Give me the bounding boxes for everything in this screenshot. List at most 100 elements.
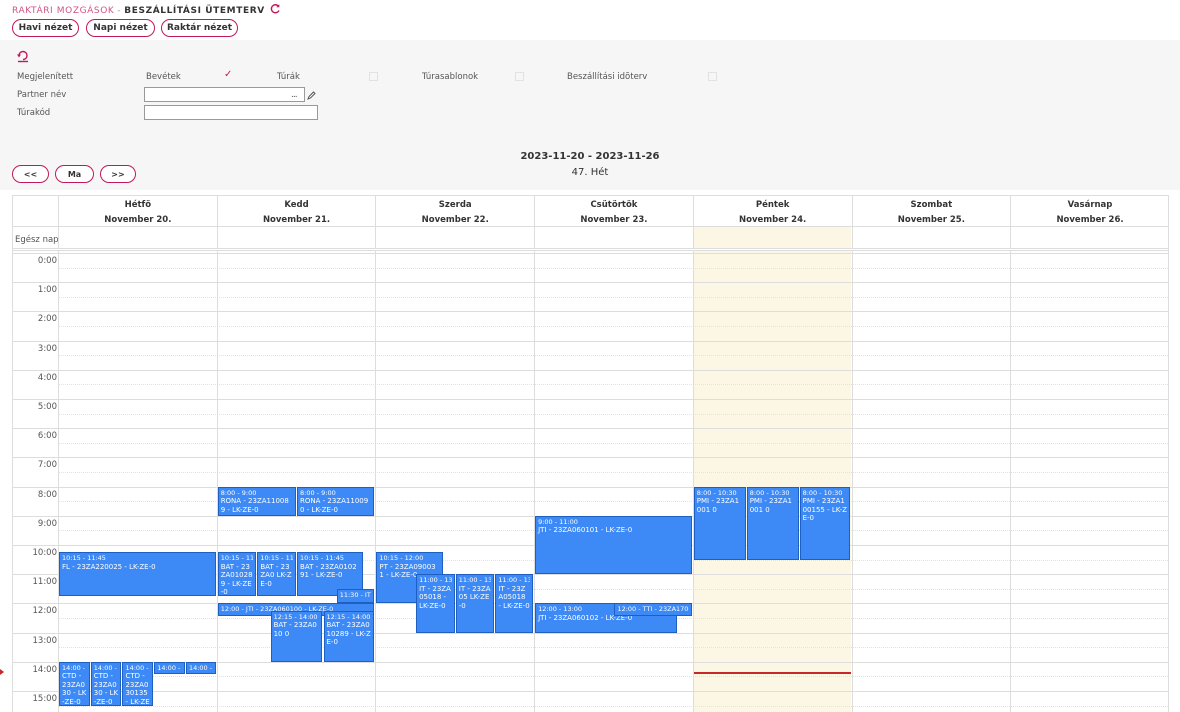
all-day-cell[interactable]	[1010, 227, 1168, 248]
checkmark-icon[interactable]: ✓	[224, 69, 232, 80]
day-header: Péntek November 24.	[692, 196, 852, 227]
day-header: Vasárnap November 26.	[1010, 196, 1168, 227]
event-time: 14:00 - 15:	[62, 663, 87, 672]
calendar-event[interactable]: 8:00 - 10:30 PMI - 23ZA100155 - LK-ZE-0	[799, 486, 851, 560]
calendar-event[interactable]: 8:00 - 10:30 PMI - 23ZA1001 0	[693, 486, 746, 560]
all-day-cell[interactable]	[692, 227, 852, 248]
day-divider	[216, 251, 218, 712]
event-title: JTI - 23ZA060101 - LK-ZE-0	[538, 526, 633, 535]
event-title: PMI - 23ZA1001 0	[749, 497, 792, 514]
hour-label: 7:00	[37, 460, 57, 471]
delivery-plan-checkbox[interactable]	[708, 72, 717, 81]
calendar-event[interactable]: 12:15 - 14:00 BAT - 23ZA010289 - LK-ZE-0	[323, 610, 375, 662]
monthly-view-button[interactable]: Havi nézet	[12, 19, 79, 37]
all-day-cell[interactable]	[534, 227, 693, 248]
edit-icon[interactable]	[307, 91, 316, 100]
partner-browse-button[interactable]: ...	[291, 90, 298, 100]
time-grid: 0:00 1:00 2:00 3:00 4:00 5:00 6:00 7:00 8:00 9:00…	[13, 251, 1168, 712]
warehouse-view-button[interactable]: Raktár nézet	[161, 19, 238, 37]
calendar-event[interactable]: 8:00 - 9:00 RONA - 23ZA110089 - LK-ZE-0	[217, 486, 297, 516]
day-divider	[851, 251, 853, 712]
event-time: 10:15 - 12:00	[379, 554, 424, 563]
half-hour-line	[58, 676, 1168, 678]
event-time: 8:00 - 10:30	[749, 488, 790, 497]
calendar-event[interactable]: 10:15 - 11:45BAT - 23ZA010289 - LK-ZE-0	[217, 552, 257, 597]
partner-name-input[interactable]	[144, 87, 305, 102]
event-title: RONA - 23ZA110089 - LK-ZE-0	[220, 497, 289, 514]
day-divider	[692, 251, 694, 712]
hour-line	[13, 632, 1168, 634]
hour-label: 6:00	[37, 431, 57, 442]
next-week-button[interactable]: >>	[100, 165, 136, 183]
calendar-event[interactable]: 14:00 - 15:CTD - 23ZA030 - LK-ZE-0	[59, 661, 90, 706]
calendar-event[interactable]: 8:00 - 10:30 PMI - 23ZA1001 0	[746, 486, 799, 560]
hour-line	[13, 253, 1168, 254]
hour-label: 15:00	[32, 694, 58, 704]
hour-line	[13, 282, 1168, 284]
calendar-event[interactable]: 12:15 - 14:00 BAT - 23ZA010 0	[270, 610, 323, 662]
event-time: 12:00 - TTI - 23ZA170077 - LK-ZE-0	[617, 605, 689, 614]
event-time: 10:15 - 11:45	[62, 554, 106, 563]
calendar-event[interactable]: 8:00 - 9:00 RONA - 23ZA110090 - LK-ZE-0	[297, 486, 375, 516]
calendar-event[interactable]: 11:00 - 13:00IT - 23ZA05 LK-ZE-0	[455, 574, 495, 633]
event-time: 10:15 - 11:45	[300, 554, 344, 563]
event-title: CTD - 23ZA030 - LK-ZE-0	[62, 672, 87, 706]
day-header: Hétfõ November 20.	[58, 196, 217, 227]
hour-label: 4:00	[37, 372, 57, 383]
partner-label: Partner név	[17, 90, 67, 100]
breadcrumb-parent[interactable]: RAKTÁRI MOZGÁSOK	[12, 6, 114, 16]
event-time: 14:00 - CC	[157, 663, 182, 672]
top-bar: RAKTÁRI MOZGÁSOK - BESZÁLLÍTÁSI ÜTEMTERV H…	[0, 0, 1180, 40]
day-name: Péntek	[755, 200, 790, 210]
prev-week-button[interactable]: <<	[12, 165, 49, 183]
current-time-line	[694, 671, 851, 674]
event-title: IT - 23ZA05 LK-ZE-0	[458, 584, 491, 610]
calendar-event[interactable]: 14:00 - 15:CTD - 23ZA030 - LK-ZE-0	[90, 661, 122, 706]
event-time: 8:00 - 10:30	[802, 488, 843, 497]
tour-templates-checkbox[interactable]	[515, 72, 524, 81]
half-hour-line	[58, 413, 1168, 415]
all-day-cell[interactable]	[216, 227, 376, 248]
hour-line	[13, 691, 1168, 692]
event-time: 8:00 - 10:30	[696, 488, 737, 497]
day-name: Szerda	[438, 200, 472, 210]
half-hour-line	[58, 267, 1168, 269]
event-title: BAT - 23ZA010289 - LK-ZE-0	[326, 621, 371, 647]
hour-line	[13, 399, 1168, 400]
shown-label: Megjelenített	[17, 72, 74, 82]
calendar-event[interactable]: 11:00 - 13:00IT - 23ZA05018 - LK-ZE-0	[495, 574, 534, 633]
week-calendar: Hétfõ November 20. Kedd November 21. Szerda N…	[12, 195, 1169, 712]
hour-label: 9:00	[37, 518, 57, 529]
hour-label: 0:00	[37, 256, 57, 266]
all-day-cell[interactable]	[58, 227, 217, 248]
hour-label: 3:00	[37, 343, 57, 354]
daily-view-button[interactable]: Napi nézet	[86, 19, 155, 37]
event-title: FL - 23ZA220025 - LK-ZE-0	[62, 562, 156, 571]
breadcrumb-separator: -	[117, 6, 122, 16]
day-date: November 20.	[104, 215, 172, 225]
calendar-event[interactable]: 11:00 - 13:00IT - 23ZA05018 - LK-ZE-0	[416, 574, 455, 633]
reset-icon[interactable]	[16, 49, 30, 63]
calendar-event[interactable]: 11:30 - IT - 23ZA	[336, 588, 375, 604]
all-day-cell[interactable]	[851, 227, 1011, 248]
calendar-event[interactable]: 10:15 - 11:45BAT - 23ZA0 LK-ZE-0	[257, 552, 297, 597]
tours-checkbox[interactable]	[369, 72, 378, 81]
event-title: BAT - 23ZA010291 - LK-ZE-0	[300, 562, 357, 580]
calendar-event[interactable]: 10:15 - 11:45 FL - 23ZA220025 - LK-ZE-0	[59, 552, 216, 597]
calendar-event[interactable]: 9:00 - 11:00 JTI - 23ZA060101 - LK-ZE-0	[535, 515, 692, 575]
hour-label: 10:00	[32, 548, 58, 558]
refresh-icon[interactable]	[269, 3, 281, 15]
event-time: 14:00 - CC	[188, 663, 213, 672]
hour-label: 14:00	[32, 664, 58, 675]
event-time: 14:00 - 15:	[125, 663, 150, 672]
calendar-event[interactable]: 14:00 - 15:CTD - 23ZA030135 - LK-ZE-0	[122, 661, 154, 706]
tourcode-input[interactable]	[144, 105, 318, 120]
calendar-event[interactable]: 14:00 - CC	[154, 661, 185, 675]
all-day-cell[interactable]	[375, 227, 534, 248]
today-button[interactable]: Ma	[55, 165, 94, 183]
event-time: 9:00 - 11:00	[538, 517, 578, 526]
calendar-event[interactable]: 12:00 - TTI - 23ZA170077 - LK-ZE-0	[614, 603, 692, 616]
calendar-event[interactable]: 14:00 - CC	[185, 661, 216, 675]
event-title: IT - 23ZA05018 - LK-ZE-0	[419, 584, 451, 610]
half-hour-line	[58, 326, 1168, 327]
